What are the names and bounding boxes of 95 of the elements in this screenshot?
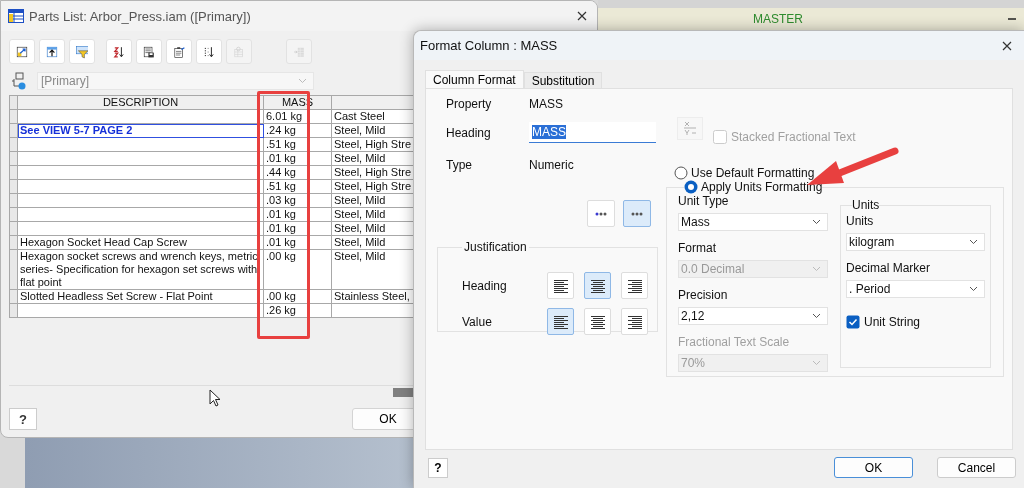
window-title: Parts List: Arbor_Press.iam ([Primary]) — [29, 8, 252, 24]
radio-label: Use Default Formatting — [691, 166, 815, 180]
table-cell: Steel, Mild — [334, 250, 386, 262]
toolbar-button[interactable] — [166, 39, 192, 64]
field-label: Unit Type — [678, 194, 730, 208]
selected-cell-text: See VIEW 5-7 PAGE 2 — [20, 124, 133, 136]
toolbar-button[interactable] — [69, 39, 95, 64]
field-label: Heading — [462, 278, 508, 293]
table-cell: Steel, High Stre — [334, 180, 412, 192]
dropdown[interactable]: . Period — [846, 280, 985, 298]
group-title: Units — [852, 198, 880, 212]
table-cell: Steel, Mild — [334, 124, 386, 136]
table-icon — [8, 9, 24, 23]
chevron-down-icon — [812, 360, 821, 366]
chevron-down-icon — [969, 239, 978, 245]
table-cell: .01 kg — [266, 152, 296, 164]
field-label: Heading — [446, 125, 492, 140]
checkbox-label: Unit String — [864, 315, 921, 329]
table-cell: Steel, Mild — [334, 152, 386, 164]
chevron-down-icon — [298, 78, 307, 84]
field-label: Precision — [678, 288, 729, 302]
help-button[interactable]: ? — [9, 408, 37, 430]
table-cell: .44 kg — [266, 166, 296, 178]
table-cell: .00 kg — [266, 290, 296, 302]
table-cell: Hexagon Socket Head Cap Screw — [20, 236, 187, 248]
radio-button[interactable] — [684, 180, 698, 194]
table-cell: .26 kg — [266, 304, 296, 316]
chevron-down-icon — [812, 219, 821, 225]
minimize-icon — [1008, 18, 1016, 20]
table-cell: Steel, Mild — [334, 236, 386, 248]
align-center-button[interactable] — [584, 308, 611, 335]
field-label: Property — [446, 97, 493, 111]
field-value: MASS — [529, 97, 564, 111]
table-cell: .24 kg — [266, 124, 296, 136]
checkbox-label: Stacked Fractional Text — [731, 130, 856, 144]
table-cell: Steel, Mild — [334, 208, 386, 220]
ok-button[interactable]: OK — [834, 457, 913, 478]
help-button[interactable]: ? — [428, 457, 448, 478]
close-icon — [1002, 40, 1012, 51]
table-cell: Stainless Steel, — [334, 290, 410, 302]
field-value: Numeric — [529, 158, 575, 172]
field-label: Decimal Marker — [846, 261, 931, 275]
field-label: Format — [678, 241, 717, 255]
table-cell: 6.01 kg — [266, 110, 303, 122]
table-cell: .00 kg — [266, 250, 296, 262]
tree-icon — [11, 72, 27, 90]
radio-button[interactable] — [674, 166, 688, 180]
table-cell: .51 kg — [266, 138, 296, 150]
toolbar-button[interactable] — [39, 39, 65, 64]
table-cell: .03 kg — [266, 194, 296, 206]
table-cell: Steel, High Stre — [334, 138, 412, 150]
table-cell: Cast Steel — [334, 110, 385, 122]
table-cell: .51 kg — [266, 180, 296, 192]
table-cell: Hexagon socket screws and wrench keys, metric series- Specification for hexagon set screws with flat point — [20, 250, 258, 288]
align-center-button[interactable] — [584, 272, 611, 299]
table-cell: .01 kg — [266, 222, 296, 234]
table-cell: Steel, Mild — [334, 194, 386, 206]
field-label: Type — [446, 158, 473, 172]
field-label: Units — [846, 214, 875, 228]
scrollbar-thumb[interactable] — [393, 388, 415, 397]
tab[interactable]: Column Format — [425, 70, 524, 88]
toolbar-button[interactable] — [106, 39, 132, 64]
align-right-button[interactable] — [621, 308, 648, 335]
close-icon — [577, 11, 587, 21]
chevron-down-icon — [969, 286, 978, 292]
fraction-icon — [682, 120, 698, 136]
cursor-icon — [209, 389, 221, 407]
dropdown[interactable]: kilogram — [846, 233, 985, 251]
toolbar-button[interactable] — [196, 39, 222, 64]
heading-field[interactable]: MASS — [529, 122, 656, 143]
toolbar-button[interactable] — [136, 39, 162, 64]
table-cell: .01 kg — [266, 236, 296, 248]
radio-label: Apply Units Formatting — [701, 180, 823, 194]
window-title: MASTER — [752, 12, 804, 26]
tab[interactable]: Substitution — [523, 72, 603, 88]
align-right-button[interactable] — [621, 272, 648, 299]
dots-icon — [631, 210, 643, 217]
field-label: Value — [462, 314, 493, 329]
align-left-button[interactable] — [547, 272, 574, 299]
checkbox[interactable] — [846, 315, 860, 329]
table-cell: .01 kg — [266, 208, 296, 220]
align-left-button[interactable] — [547, 308, 574, 335]
dialog-title: Format Column : MASS — [420, 38, 558, 53]
table-cell: Steel, Mild — [334, 222, 386, 234]
dots-icon — [595, 210, 607, 217]
table-cell: Slotted Headless Set Screw - Flat Point — [20, 290, 213, 302]
field-label: Fractional Text Scale — [678, 335, 791, 349]
chevron-down-icon — [812, 266, 821, 272]
dropdown[interactable]: 2,12 — [678, 307, 828, 325]
dropdown[interactable]: Mass — [678, 213, 828, 231]
chevron-down-icon — [812, 313, 821, 319]
cancel-button[interactable]: Cancel — [937, 457, 1016, 478]
toolbar-button[interactable] — [9, 39, 35, 64]
table-cell: Steel, High Stre — [334, 166, 412, 178]
group-title: Justification — [463, 240, 528, 254]
